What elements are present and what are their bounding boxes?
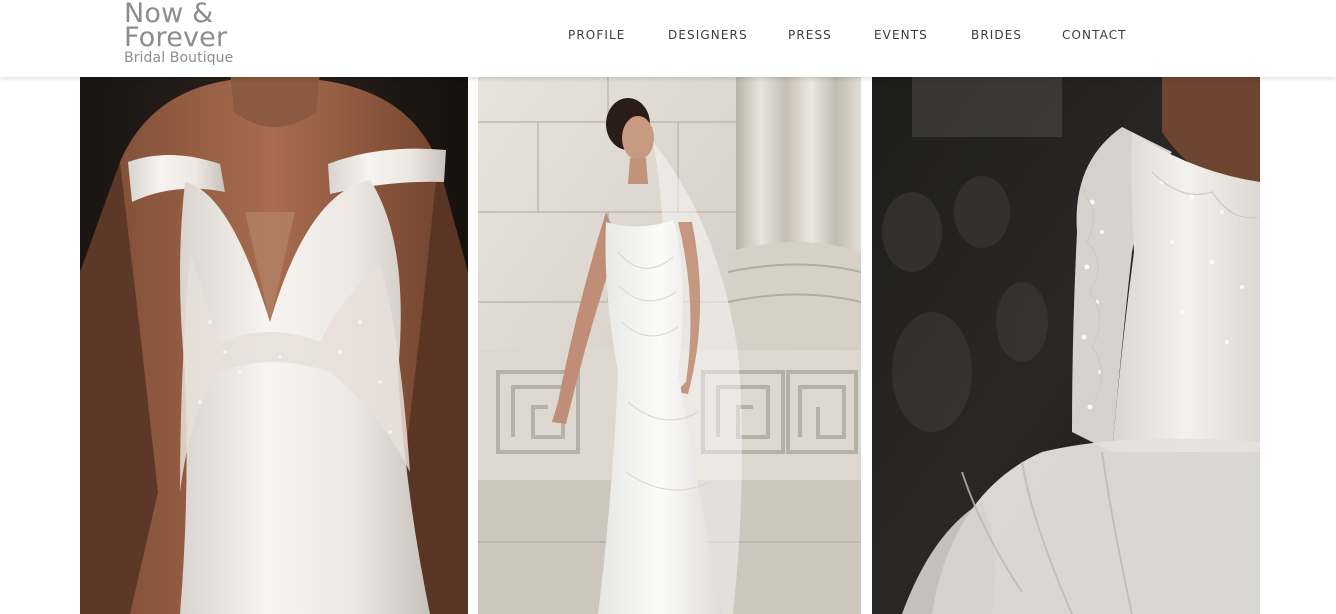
nav-link-press[interactable]: PRESS xyxy=(788,28,832,42)
photo-1-illustration xyxy=(80,72,468,614)
gallery-photo-3[interactable] xyxy=(872,72,1260,614)
nav-link-designers[interactable]: DESIGNERS xyxy=(668,28,748,42)
site-header: Now & Forever Bridal Boutique PROFILE DE… xyxy=(0,0,1336,77)
nav-link-contact[interactable]: CONTACT xyxy=(1062,28,1127,42)
gallery-photo-2[interactable] xyxy=(478,72,861,614)
gallery-photo-1[interactable] xyxy=(80,72,468,614)
photo-3-illustration xyxy=(872,72,1260,614)
nav-link-profile[interactable]: PROFILE xyxy=(568,28,625,42)
logo-line-boutique: Bridal Boutique xyxy=(124,50,234,66)
nav-link-events[interactable]: EVENTS xyxy=(874,28,928,42)
nav-link-brides[interactable]: BRIDES xyxy=(971,28,1022,42)
logo-line-forever: Forever xyxy=(124,22,228,53)
photo-2-illustration xyxy=(478,72,861,614)
photo-gallery xyxy=(0,0,1336,614)
site-logo[interactable]: Now & Forever Bridal Boutique xyxy=(124,0,234,66)
